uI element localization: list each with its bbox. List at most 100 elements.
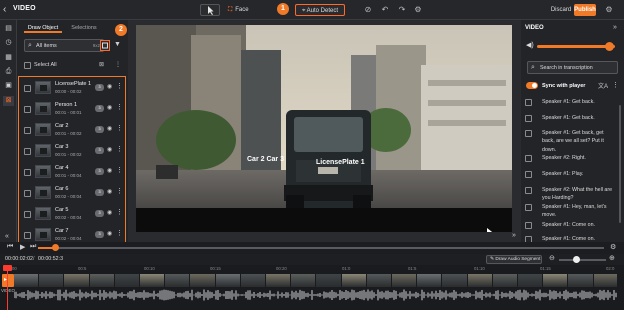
- back-arrow-icon[interactable]: ‹: [3, 4, 11, 16]
- zoom-slider-track[interactable]: [559, 259, 606, 261]
- skip-back-icon[interactable]: ⏮: [7, 243, 13, 251]
- camera-off-icon[interactable]: ⊘: [362, 4, 374, 16]
- expand-right-icon[interactable]: »: [512, 232, 516, 239]
- filter-icon[interactable]: ▼: [114, 40, 122, 50]
- auto-detect-button[interactable]: ⌖ Auto Detect: [295, 4, 345, 16]
- zoom-in-icon[interactable]: ⊕: [609, 254, 615, 262]
- transcript-line-checkbox[interactable]: [525, 171, 532, 178]
- eye-icon[interactable]: ◉: [107, 104, 112, 111]
- eye-icon[interactable]: ◉: [107, 146, 112, 153]
- transcript-line-text: Speaker #2: What the hell are you Hardin…: [542, 187, 613, 202]
- transcript-line-checkbox[interactable]: [525, 155, 532, 162]
- scrub-thumb[interactable]: [51, 244, 59, 251]
- transcript-line-checkbox[interactable]: [525, 187, 532, 194]
- item-more-icon[interactable]: ⋮: [116, 229, 123, 237]
- item-more-icon[interactable]: ⋮: [116, 82, 123, 90]
- transcript-line-checkbox[interactable]: [525, 130, 532, 137]
- file-icon[interactable]: ▤: [3, 24, 14, 34]
- undo-icon[interactable]: ↶: [379, 4, 391, 16]
- transcript-line-checkbox[interactable]: [525, 115, 532, 122]
- eye-icon[interactable]: ◉: [107, 209, 112, 216]
- item-checkbox[interactable]: [24, 85, 31, 92]
- zoom-out-icon[interactable]: ⊖: [549, 254, 555, 262]
- layers-icon[interactable]: ▣: [3, 81, 14, 91]
- eye-icon[interactable]: ◉: [107, 188, 112, 195]
- redo-icon[interactable]: ↷: [396, 4, 408, 16]
- item-thumbnail: [35, 81, 51, 94]
- transcript-line-text: Speaker #1: Play.: [542, 171, 584, 177]
- play-icon[interactable]: ▶: [20, 243, 25, 251]
- bulk-redact-icon[interactable]: ⊠: [99, 61, 104, 68]
- zoom-slider-thumb[interactable]: [573, 256, 580, 263]
- object-list-item[interactable]: Car 3 00:01 - 00:02 3 ◉ ⋮: [17, 141, 125, 161]
- tab-draw-object[interactable]: Draw Object: [24, 24, 62, 33]
- eye-icon[interactable]: ◉: [107, 167, 112, 174]
- history-icon[interactable]: ◷: [3, 38, 14, 48]
- global-settings-icon[interactable]: ⚙: [603, 4, 615, 16]
- playhead-knob[interactable]: [3, 265, 12, 271]
- list-view-toggle[interactable]: [100, 40, 110, 51]
- volume-slider-thumb[interactable]: [604, 42, 614, 51]
- scrub-track[interactable]: [38, 247, 604, 249]
- item-more-icon[interactable]: ⋮: [116, 124, 123, 132]
- skip-forward-icon[interactable]: ⏭: [30, 243, 36, 251]
- close-panel-icon[interactable]: »: [613, 24, 617, 31]
- eye-icon[interactable]: ◉: [107, 125, 112, 132]
- item-checkbox[interactable]: [24, 148, 31, 155]
- face-tool-button[interactable]: ⛶ Face: [224, 4, 272, 16]
- transcript-line-text: Speaker #1: Come on.: [542, 222, 595, 228]
- item-more-icon[interactable]: ⋮: [116, 103, 123, 111]
- object-list-item[interactable]: Car 6 00:02 - 00:04 3 ◉ ⋮: [17, 183, 125, 203]
- object-list-item[interactable]: Car 5 00:02 - 00:04 3 ◉ ⋮: [17, 204, 125, 224]
- object-list-item[interactable]: Car 2 00:01 - 00:02 3 ◉ ⋮: [17, 120, 125, 140]
- item-more-icon[interactable]: ⋮: [116, 208, 123, 216]
- draw-audio-segment-button[interactable]: ✎ Draw Audio Segment: [486, 255, 542, 264]
- transcript-scrollbar[interactable]: [619, 105, 621, 223]
- transcript-line-checkbox[interactable]: [525, 204, 532, 211]
- publish-button[interactable]: Publish: [574, 4, 596, 16]
- volume-slider-track[interactable]: [537, 45, 615, 48]
- audio-waveform[interactable]: [14, 288, 617, 302]
- playhead[interactable]: [7, 265, 8, 310]
- pointer-tool-button[interactable]: [200, 4, 220, 16]
- tab-selections[interactable]: Selections: [71, 24, 97, 33]
- item-more-icon[interactable]: ⋮: [116, 166, 123, 174]
- transcript-search-input[interactable]: ⌕ Search in transcription: [527, 61, 618, 74]
- redaction-icon[interactable]: ⊠: [3, 96, 14, 106]
- item-time-range: 00:01 - 00:02: [55, 152, 82, 157]
- transcript-line-checkbox[interactable]: [525, 99, 532, 106]
- discard-button[interactable]: Discard: [549, 4, 573, 16]
- object-list-item[interactable]: Car 4 00:01 - 00:04 3 ◉ ⋮: [17, 162, 125, 182]
- item-more-icon[interactable]: ⋮: [116, 187, 123, 195]
- item-name: Car 5: [55, 207, 69, 213]
- transcript-more-icon[interactable]: ⋮: [612, 81, 619, 89]
- playback-settings-icon[interactable]: ⚙: [610, 243, 616, 251]
- item-checkbox[interactable]: [24, 232, 31, 239]
- sync-with-player-toggle[interactable]: [526, 82, 538, 89]
- search-icon: ⌕: [28, 42, 32, 49]
- document-icon[interactable]: ▦: [3, 53, 14, 63]
- collapse-left-icon[interactable]: «: [5, 233, 9, 240]
- video-thumbnail-strip[interactable]: [14, 274, 617, 287]
- eye-icon[interactable]: ◉: [107, 230, 112, 237]
- select-all-checkbox[interactable]: [24, 62, 31, 69]
- settings-gear-icon[interactable]: ⚙: [412, 4, 424, 16]
- object-list-item[interactable]: Person 1 00:01 - 00:01 3 ◉ ⋮: [17, 99, 125, 119]
- video-frame[interactable]: [136, 25, 512, 232]
- translate-icon[interactable]: 文A: [598, 81, 608, 90]
- volume-icon[interactable]: ◀): [526, 41, 534, 49]
- item-checkbox[interactable]: [24, 106, 31, 113]
- item-checkbox[interactable]: [24, 127, 31, 134]
- item-checkbox[interactable]: [24, 190, 31, 197]
- item-badge: 3: [95, 147, 104, 154]
- eye-icon[interactable]: ◉: [107, 83, 112, 90]
- items-search-input[interactable]: ⌕ All items 9x2: [24, 39, 104, 52]
- item-checkbox[interactable]: [24, 211, 31, 218]
- print-icon[interactable]: ⎙: [3, 67, 14, 77]
- item-more-icon[interactable]: ⋮: [116, 145, 123, 153]
- track-handle[interactable]: ▸: [2, 274, 14, 287]
- object-list-item[interactable]: LicensePlate 1 00:00 - 00:02 3 ◉ ⋮: [17, 78, 125, 98]
- more-options-icon[interactable]: ⋮: [115, 61, 121, 68]
- transcript-line-checkbox[interactable]: [525, 222, 532, 229]
- item-checkbox[interactable]: [24, 169, 31, 176]
